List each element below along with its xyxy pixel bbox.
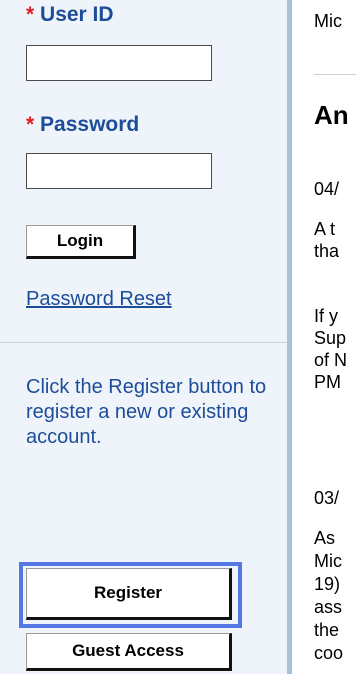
announcement-text: If y bbox=[314, 306, 339, 326]
userid-label: * User ID bbox=[26, 3, 114, 27]
login-sidebar: * User ID * Password Login Password Rese… bbox=[0, 0, 287, 674]
announcement-text: Sup bbox=[314, 328, 347, 348]
login-button[interactable]: Login bbox=[26, 225, 136, 259]
announcement-text: A t bbox=[314, 219, 336, 239]
password-label: * Password bbox=[26, 113, 139, 137]
guest-access-button[interactable]: Guest Access bbox=[26, 633, 232, 671]
userid-input[interactable] bbox=[26, 45, 212, 81]
required-marker: * bbox=[26, 113, 35, 136]
required-marker: * bbox=[26, 3, 35, 26]
password-reset-link[interactable]: Password Reset bbox=[26, 288, 172, 311]
announcements-heading: An bbox=[314, 100, 349, 130]
password-input[interactable] bbox=[26, 153, 212, 189]
announcement-text: the bbox=[314, 620, 340, 640]
register-info-text: Click the Register button to register a … bbox=[26, 376, 267, 448]
announcement-date: 03/ bbox=[314, 488, 340, 508]
announcement-text: of N bbox=[314, 350, 348, 370]
main-divider bbox=[314, 74, 356, 75]
announcements-panel: Mic An 04/ A t tha If y Sup of N PM 03/ … bbox=[292, 0, 356, 674]
top-text: Mic bbox=[314, 11, 342, 31]
announcement-text: tha bbox=[314, 241, 340, 261]
announcement-date: 04/ bbox=[314, 179, 340, 199]
sidebar-divider bbox=[0, 342, 287, 343]
announcement-text: 19) bbox=[314, 574, 341, 594]
announcement-text: ass bbox=[314, 597, 343, 617]
password-label-text: Password bbox=[40, 113, 140, 136]
register-button[interactable]: Register bbox=[26, 568, 232, 620]
announcement-text: As bbox=[314, 528, 336, 548]
announcement-text: PM bbox=[314, 372, 341, 392]
userid-label-text: User ID bbox=[40, 3, 114, 26]
announcement-text: coo bbox=[314, 643, 344, 663]
announcement-text: Mic bbox=[314, 551, 342, 571]
